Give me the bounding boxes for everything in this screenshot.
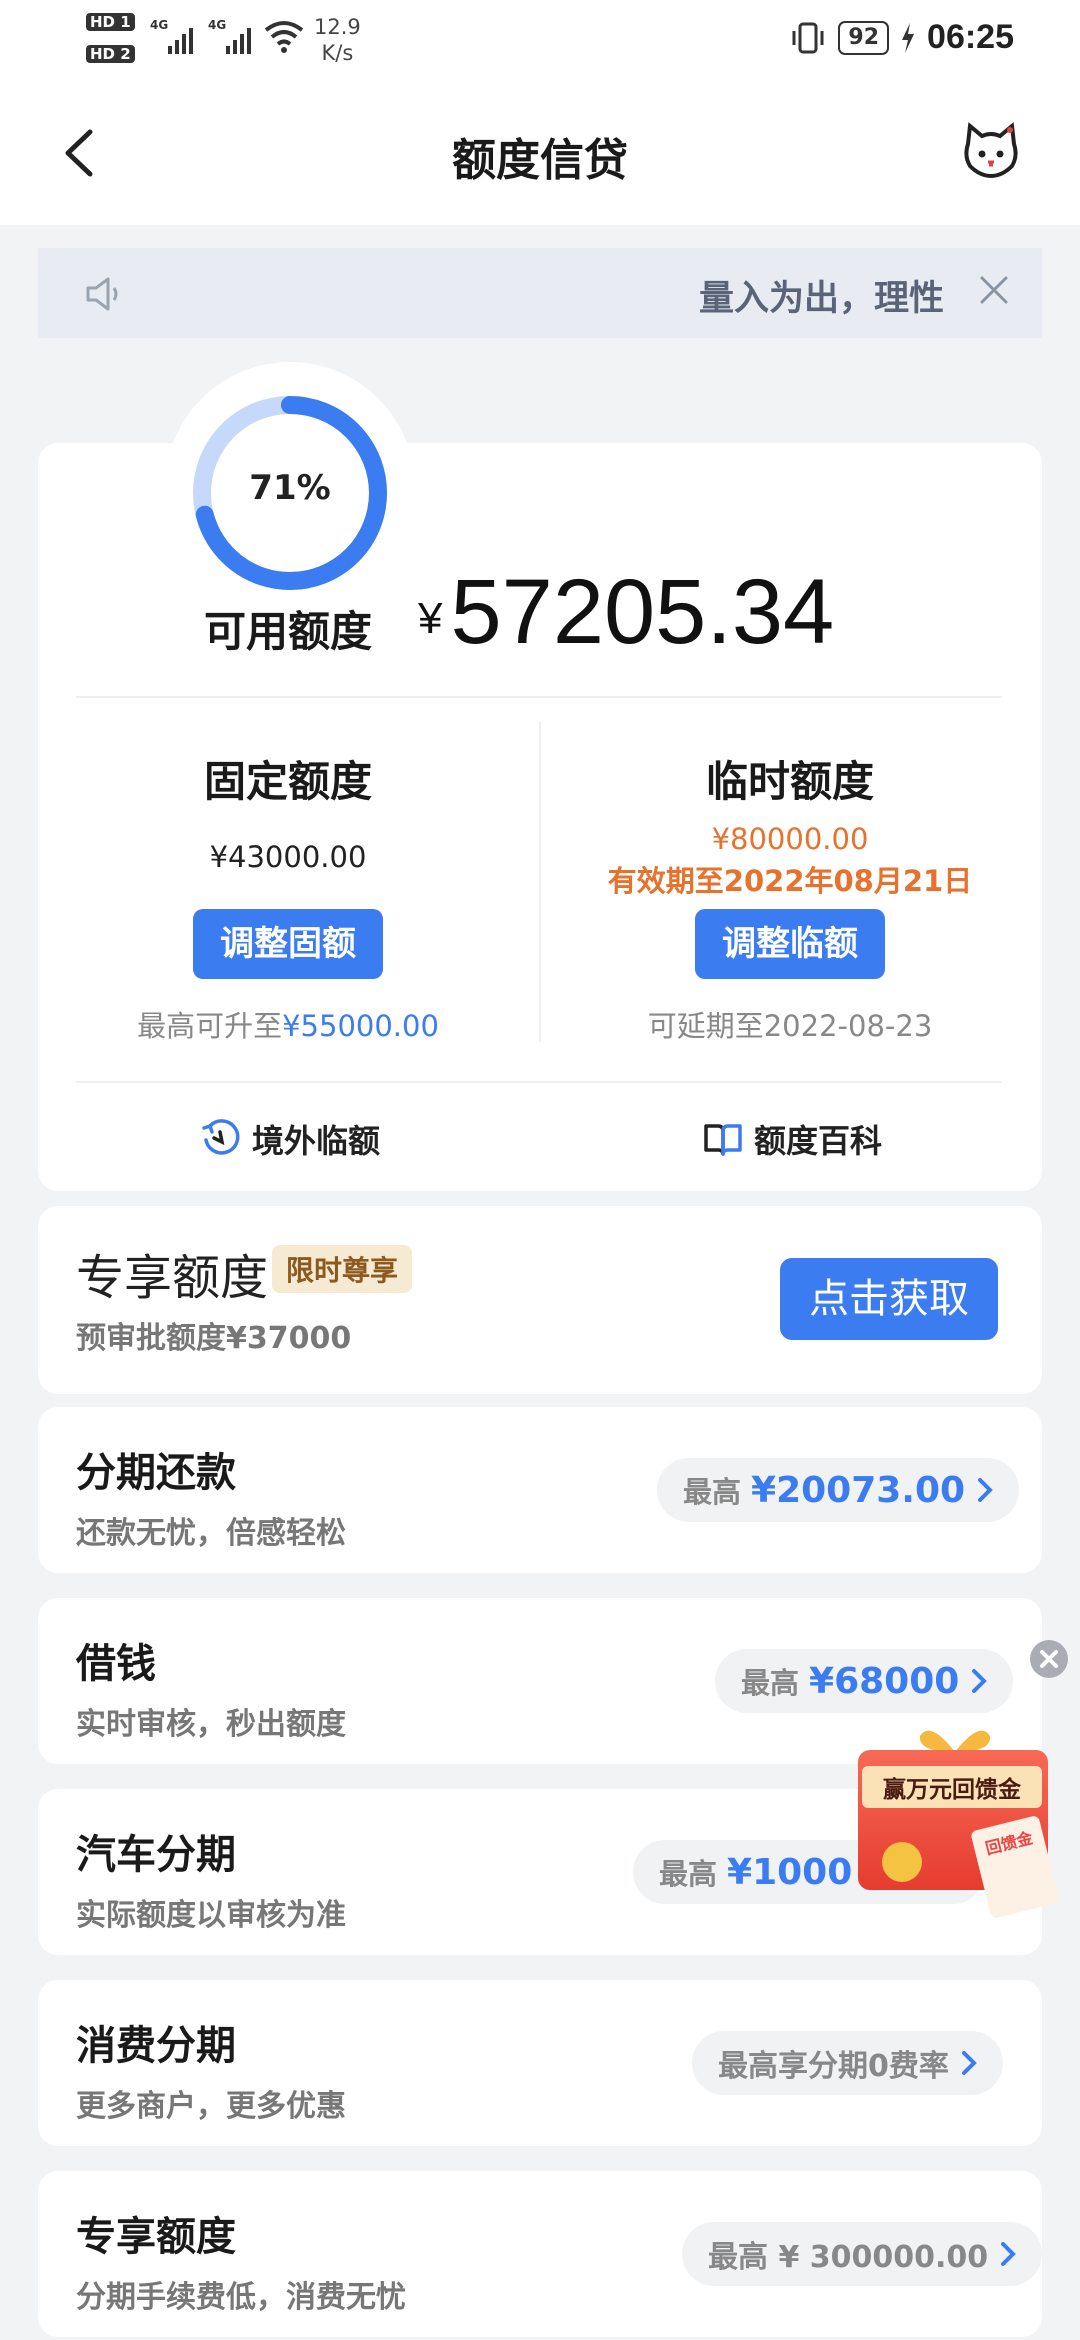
fixed-note-value: ¥55000.00	[282, 1009, 439, 1043]
consumer-installment-pill[interactable]: 最高享分期0费率	[692, 2031, 1003, 2095]
temp-limit-validity: 有效期至2022年08月21日	[607, 864, 973, 898]
overseas-clock-icon	[202, 1119, 240, 1155]
clock: 06:25	[927, 18, 1014, 56]
charging-icon	[902, 22, 915, 53]
borrow-pill[interactable]: 最高 ¥68000	[715, 1649, 1014, 1713]
limited-time-badge: 限时尊享	[272, 1245, 413, 1293]
nav-bar: 额度信贷	[0, 80, 1080, 225]
temp-limit-title: 临时额度	[705, 757, 874, 806]
close-icon[interactable]	[976, 272, 1012, 308]
status-right: 92 06:25	[790, 18, 1014, 57]
borrow-title: 借钱	[76, 1641, 156, 1687]
pill-label: 最高	[683, 1475, 742, 1509]
temp-note-prefix: 可延期至	[647, 1009, 764, 1043]
car-installment-title: 汽车分期	[76, 1832, 236, 1878]
exclusive-title: 专享额度	[76, 1250, 269, 1306]
pill-value: 最高享分期0费率	[718, 2049, 949, 2084]
exclusive-limit-pill[interactable]: 最高 ¥ 300000.00	[682, 2222, 1043, 2286]
installment-repay-title: 分期还款	[76, 1450, 236, 1496]
wifi-icon	[264, 21, 304, 53]
coin-icon	[882, 1842, 922, 1882]
consumer-installment-title: 消费分期	[76, 2023, 236, 2069]
temp-note-value: 2022-08-23	[763, 1009, 933, 1043]
hd1-indicator: HD 1	[86, 12, 139, 32]
exclusive-limit-subtitle: 分期手续费低，消费无忧	[76, 2280, 406, 2315]
close-icon	[1040, 1650, 1058, 1668]
signal-1-icon: 4G	[150, 18, 193, 54]
chevron-right-icon	[978, 1478, 993, 1502]
signal-2-icon: 4G	[208, 18, 251, 54]
page-title: 额度信贷	[452, 135, 628, 186]
pill-label: 最高	[741, 1666, 800, 1700]
status-bar: HD 1 HD 2 4G 4G 12.9 K/s 92 06:25	[0, 0, 1080, 80]
notice-text[interactable]: 量入为出，理性	[699, 270, 944, 321]
overseas-limit-link[interactable]: 境外临额	[200, 1116, 380, 1162]
fixed-note-prefix: 最高可升至	[137, 1009, 283, 1043]
column-divider	[539, 722, 541, 1042]
limit-wiki-label: 额度百科	[754, 1122, 883, 1160]
book-icon	[704, 1124, 742, 1156]
usage-percent: 71%	[249, 468, 331, 508]
available-label: 可用额度	[204, 607, 373, 656]
car-installment-subtitle: 实际额度以审核为准	[76, 1898, 346, 1933]
network-speed: 12.9 K/s	[314, 15, 361, 65]
divider	[76, 696, 1002, 698]
speaker-icon	[86, 277, 118, 311]
notice-bar: 量入为出，理性	[38, 248, 1042, 338]
exclusive-limit-title: 专享额度	[76, 2214, 236, 2260]
promo-close-button[interactable]	[1030, 1640, 1068, 1678]
cat-mascot-icon[interactable]	[962, 122, 1020, 180]
borrow-subtitle: 实时审核，秒出额度	[76, 1707, 346, 1742]
available-amount: ¥57205.34	[418, 560, 834, 665]
battery-level: 92	[838, 20, 890, 55]
installment-repay-pill[interactable]: 最高 ¥20073.00	[657, 1458, 1020, 1522]
pill-label: 最高	[659, 1857, 718, 1891]
overseas-limit-label: 境外临额	[252, 1122, 381, 1160]
consumer-installment-subtitle: 更多商户，更多优惠	[76, 2089, 346, 2124]
hd2-indicator: HD 2	[86, 44, 139, 64]
divider	[76, 1081, 1002, 1083]
exclusive-subtitle: 预审批额度¥37000	[76, 1321, 352, 1356]
vibrate-icon	[792, 22, 824, 53]
red-envelope-promo[interactable]: 赢万元回馈金 回馈金	[840, 1722, 1072, 1920]
fixed-limit-amount: ¥43000.00	[209, 840, 367, 874]
currency-symbol: ¥	[418, 594, 443, 643]
temp-limit-amount: ¥80000.00	[711, 822, 869, 856]
pill-value: 最高 ¥ 300000.00	[708, 2240, 989, 2275]
get-exclusive-button[interactable]: 点击获取	[780, 1258, 998, 1340]
chevron-right-icon	[972, 1669, 988, 1693]
available-amount-value: 57205.34	[450, 561, 835, 663]
pill-value: ¥68000	[809, 1660, 960, 1702]
adjust-fixed-button[interactable]: 调整固额	[193, 909, 383, 979]
pill-value: ¥1000	[727, 1851, 853, 1893]
installment-repay-subtitle: 还款无忧，倍感轻松	[76, 1516, 346, 1551]
promo-text: 赢万元回馈金	[862, 1766, 1042, 1808]
fixed-limit-note: 最高可升至¥55000.00	[58, 1003, 518, 1045]
adjust-temp-button[interactable]: 调整临额	[695, 909, 885, 979]
limit-wiki-link[interactable]: 额度百科	[702, 1116, 882, 1162]
temp-limit-note: 可延期至2022-08-23	[560, 1003, 1020, 1045]
chevron-right-icon	[961, 2051, 977, 2075]
chevron-right-icon	[1001, 2242, 1016, 2266]
fixed-limit-title: 固定额度	[203, 757, 372, 806]
pill-value: ¥20073.00	[751, 1469, 966, 1511]
